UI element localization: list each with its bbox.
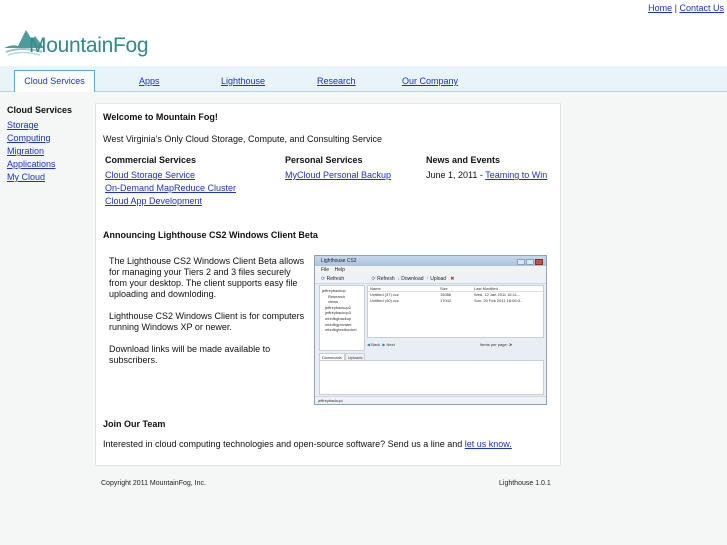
screenshot-refresh-2: Refresh [377, 276, 395, 282]
pager-next: Next [386, 342, 395, 347]
back-icon: ◀ [367, 342, 371, 347]
mapreduce-cluster-link[interactable]: On-Demand MapReduce Cluster [105, 182, 275, 195]
screenshot-pager: ◀ Back ▶ Next Items per page: 2 ▾ [367, 340, 544, 349]
sidebar-item-computing[interactable]: Computing [7, 132, 87, 145]
announce-text-3: Download links will be made available to… [109, 344, 271, 365]
announce-text-2: Lighthouse CS2 Windows Client is for com… [109, 311, 305, 332]
join-text: Interested in cloud computing technologi… [103, 439, 553, 450]
sidebar: Cloud Services Storage Computing Migrati… [7, 105, 87, 184]
file-row: Untitled (40).vcz 17042 Sun, 20 Feb 2011… [368, 298, 543, 304]
cloud-storage-service-link[interactable]: Cloud Storage Service [105, 169, 275, 182]
tab-research[interactable]: Research [317, 76, 356, 86]
screenshot-transfer-panel [319, 360, 544, 395]
teaming-to-win-link[interactable]: Teaming to Win [485, 170, 547, 180]
pager-back: Back [371, 342, 381, 347]
delete-icon: ✖ [450, 276, 455, 282]
personal-services-heading: Personal Services [285, 155, 363, 165]
items-per-page: Items per page: 2 [480, 342, 512, 347]
cloud-app-development-link[interactable]: Cloud App Development [105, 195, 275, 208]
sidebar-item-storage[interactable]: Storage [7, 119, 87, 132]
home-link[interactable]: Home [648, 3, 672, 13]
welcome-heading: Welcome to Mountain Fog! [103, 112, 218, 122]
file-name: Untitled (40).vcz [370, 298, 399, 303]
sidebar-item-my-cloud[interactable]: My Cloud [7, 171, 87, 184]
tab-apps[interactable]: Apps [139, 76, 160, 86]
copyright: Copyright 2011 MountainFog, Inc. [101, 480, 206, 487]
screenshot-title: Lighthouse CS2 [315, 256, 546, 266]
version: Lighthouse 1.0.1 [499, 480, 551, 487]
mountainfog-logo[interactable]: MountainFog [4, 22, 154, 60]
refresh-icon-2: ⟳ [371, 276, 376, 282]
sidebar-item-applications[interactable]: Applications [7, 158, 87, 171]
tab-uploads: Uploads [344, 353, 366, 360]
tab-our-company[interactable]: Our Company [402, 76, 458, 86]
chevron-down-icon: ▾ [510, 342, 513, 347]
news-date: June 1, 2011 - [426, 170, 486, 180]
file-size: 17042 [440, 298, 452, 303]
refresh-icon: ⟳ [321, 276, 326, 282]
sidebar-item-migration[interactable]: Migration [7, 145, 87, 158]
screenshot-menu-help: Help [334, 267, 345, 273]
commercial-services: Commercial Services Cloud Storage Servic… [105, 155, 275, 208]
commercial-services-heading: Commercial Services [105, 155, 197, 165]
screenshot-refresh: Refresh [326, 276, 345, 282]
top-links: Home | Contact Us [648, 3, 724, 13]
logo-text: MountainFog [29, 34, 149, 57]
contact-us-link[interactable]: Contact Us [679, 3, 724, 13]
sidebar-heading: Cloud Services [7, 105, 73, 115]
screenshot-file-list: Name Size Last Modified Untitled (37).vc… [367, 285, 544, 338]
screenshot-toolbar: ⟳ Refresh ⟳ Refresh ↓ Download ↑ Upload … [315, 274, 546, 284]
join-heading: Join Our Team [103, 419, 166, 429]
news-events-heading: News and Events [426, 155, 501, 165]
tab-downloads: Downloads [319, 353, 345, 360]
tagline: West Virginia's Only Cloud Storage, Comp… [103, 134, 383, 144]
client-screenshot: Lighthouse CS2 File Help ⟳ Refresh ⟳ Ref… [314, 255, 547, 405]
news-item: June 1, 2011 - Teaming to Win [426, 169, 556, 182]
announce-heading: Announcing Lighthouse CS2 Windows Client… [103, 230, 318, 240]
upload-icon: ↑ [426, 276, 429, 282]
news-events: News and Events June 1, 2011 - Teaming t… [426, 155, 556, 182]
tab-cloud-services[interactable]: Cloud Services [14, 70, 95, 93]
top-links-separator: | [674, 3, 677, 13]
download-icon: ↓ [397, 276, 400, 282]
maximize-icon [526, 259, 534, 265]
main-nav: Cloud Services Apps Lighthouse Research … [0, 66, 727, 93]
screenshot-tabs: Downloads Uploads [319, 353, 544, 360]
announce-text-1: The Lighthouse CS2 Windows Client Beta a… [109, 256, 305, 299]
tree-item: mbnfbgtestbucket [325, 327, 357, 333]
screenshot-menu: File Help [315, 266, 546, 274]
close-icon [535, 259, 543, 265]
mycloud-backup-link[interactable]: MyCloud Personal Backup [285, 169, 415, 182]
screenshot-menu-file: File [321, 267, 330, 273]
screenshot-download: Download [401, 276, 424, 282]
screenshot-tree: jeffreybackup Research views jeffreyback… [319, 285, 365, 351]
screenshot-status: jeffreybackup/ [315, 396, 546, 404]
minimize-icon [517, 259, 525, 265]
next-icon: ▶ [382, 342, 386, 347]
tab-lighthouse[interactable]: Lighthouse [221, 76, 265, 86]
screenshot-upload: Upload [430, 276, 447, 282]
let-us-know-link[interactable]: let us know. [465, 439, 512, 449]
file-modified: Sun, 20 Feb 2011 18:06:3... [474, 298, 524, 303]
join-text-body: Interested in cloud computing technologi… [103, 439, 465, 449]
window-buttons [516, 257, 544, 265]
personal-services: Personal Services MyCloud Personal Backu… [285, 155, 415, 182]
